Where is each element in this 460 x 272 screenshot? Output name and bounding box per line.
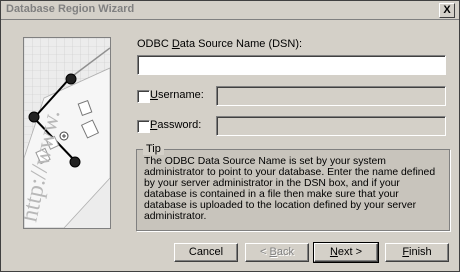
dsn-input[interactable] [137, 55, 446, 75]
close-button[interactable]: X [439, 3, 455, 18]
username-input[interactable] [216, 86, 446, 106]
cancel-button[interactable]: Cancel [174, 243, 238, 262]
wizard-illustration: http://www. [16, 37, 111, 229]
dsn-label: ODBC Data Source Name (DSN): [137, 38, 303, 50]
tip-text: The ODBC Data Source Name is set by your… [144, 156, 436, 222]
back-label: < Back [260, 246, 294, 258]
finish-label: Finish [402, 246, 432, 258]
next-label: Next > [329, 246, 363, 258]
password-label: Password: [150, 119, 202, 131]
network-diagram-image: http://www. [16, 38, 111, 229]
close-icon: X [443, 4, 451, 16]
window-title: Database Region Wizard [6, 3, 135, 15]
password-input[interactable] [216, 116, 446, 136]
cancel-label: Cancel [188, 246, 224, 258]
username-checkbox[interactable] [137, 90, 150, 103]
back-button[interactable]: < Back [245, 243, 309, 262]
next-button[interactable]: Next > [313, 242, 379, 263]
username-label: Username: [150, 89, 204, 101]
finish-button[interactable]: Finish [385, 243, 449, 262]
wizard-window: Database Region Wizard X http://www. ODB… [0, 0, 460, 272]
password-checkbox[interactable] [137, 120, 150, 133]
tip-title: Tip [143, 143, 164, 155]
title-bar[interactable]: Database Region Wizard X [1, 1, 459, 20]
